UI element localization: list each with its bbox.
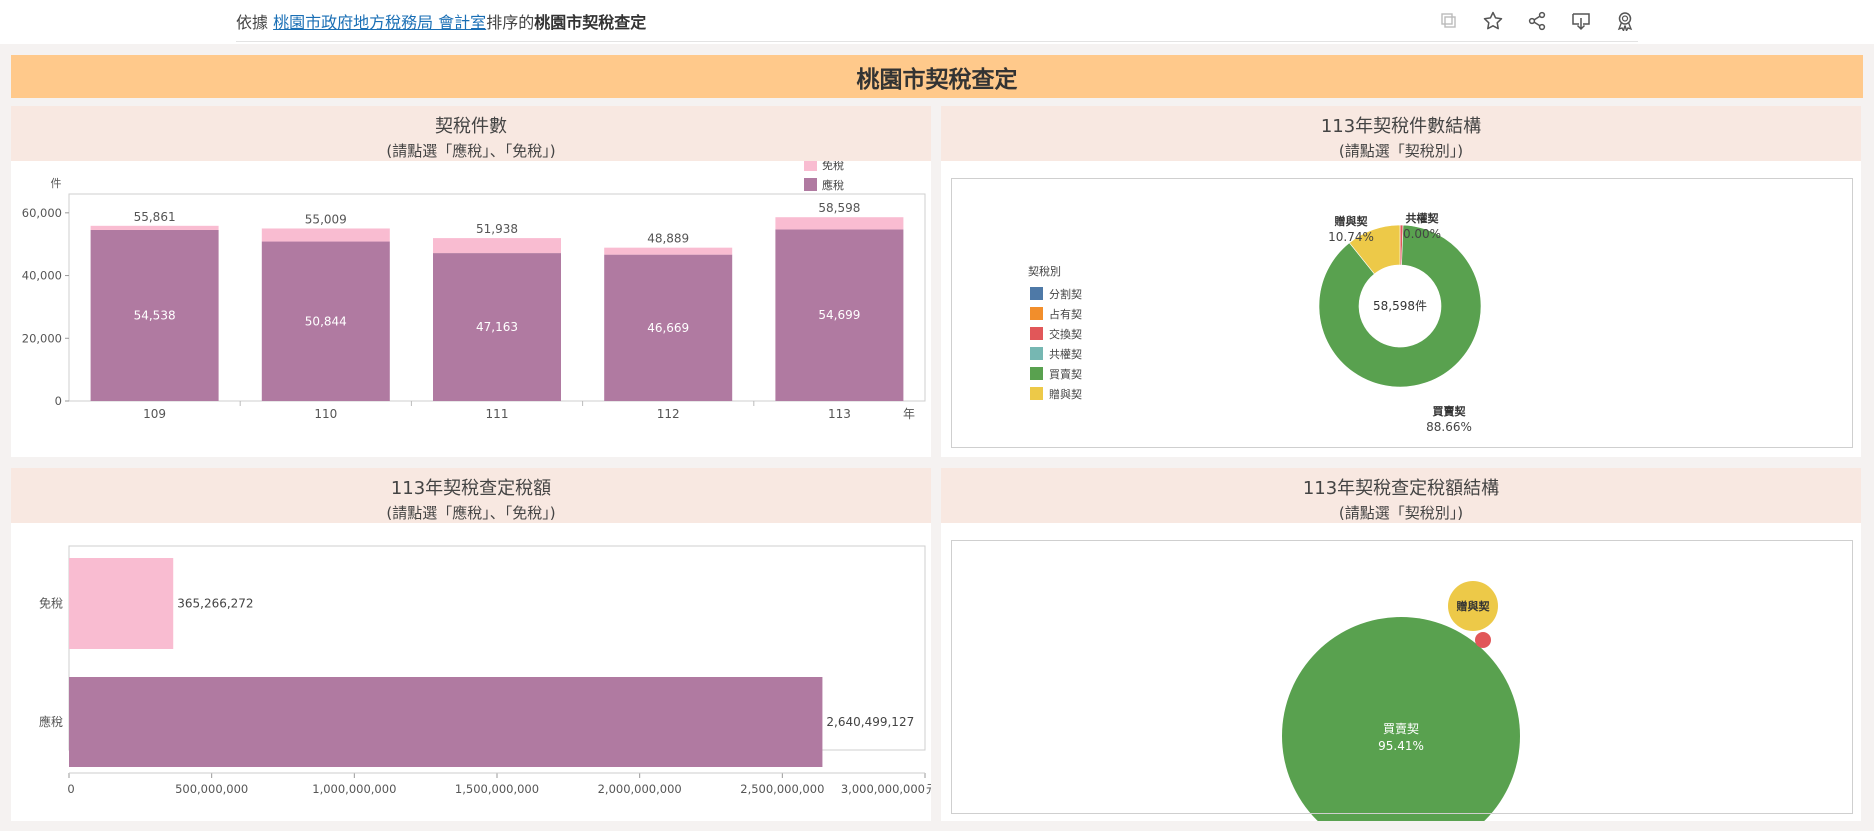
panel-header-case-count: 契稅件數 (請點選「應稅」、「免稅」)	[11, 106, 931, 161]
dashboard-title: 桃園市契稅查定	[11, 55, 1863, 98]
workbook-title: 桃園市契稅查定	[534, 13, 647, 32]
y-tick-label: 60,000	[22, 206, 62, 220]
x-tick-label: 111	[486, 407, 509, 421]
panel-header-case-structure: 113年契稅件數結構 (請點選「契稅別」)	[941, 106, 1861, 161]
breadcrumb-prefix: 依據	[236, 13, 274, 32]
x-tick-label: 1,000,000,000	[312, 782, 396, 796]
legend-swatch[interactable]	[804, 178, 817, 191]
y-axis-title: 件	[51, 177, 62, 190]
x-tick-label: 3,000,000,000	[841, 782, 925, 796]
panel-title: 契稅件數	[435, 116, 507, 137]
y-tick-label: 0	[55, 394, 62, 408]
x-tick-label: 109	[143, 407, 166, 421]
case-count-chart-panel: 0 20,000 40,000 60,000 件 54,538 55,861 109 50,84…	[11, 158, 931, 457]
x-axis-title: 元	[926, 782, 931, 796]
tax-amount-chart: 免稅 365,266,272 應稅 2,640,499,127 0 500,000,000…	[39, 545, 938, 796]
x-tick-label: 2,500,000,000	[740, 782, 824, 796]
x-tick-label: 112	[657, 407, 680, 421]
y-tick-label: 40,000	[22, 269, 62, 283]
panel-subtitle: (請點選「契稅別」)	[1338, 504, 1464, 522]
copy-icon[interactable]	[1436, 8, 1462, 34]
case-structure-chart-panel: 契稅別 分割契 占有契 交換契 共權契 買賣契 贈與契 58,598件 買賣契 88.66% 贈與契…	[941, 161, 1861, 457]
award-icon[interactable]	[1612, 8, 1638, 34]
case-count-chart: 0 20,000 40,000 60,000 件 54,538 55,861 109 50,84…	[22, 158, 926, 421]
hbar-value-label: 2,640,499,127	[826, 715, 914, 729]
x-tick-label: 1,500,000,000	[455, 782, 539, 796]
panel-title: 113年契稅查定稅額	[390, 478, 552, 499]
share-icon[interactable]	[1524, 8, 1550, 34]
bar-total-label: 58,598	[818, 201, 860, 215]
x-axis-title: 年	[903, 407, 915, 421]
panel-title: 113年契稅查定稅額結構	[1302, 478, 1500, 499]
x-tick-label: 2,000,000,000	[598, 782, 682, 796]
tax-structure-chart-panel: 買賣契 95.41% 贈與契	[941, 523, 1861, 831]
bar-exempt[interactable]	[604, 247, 733, 255]
legend-swatch[interactable]	[804, 158, 817, 171]
bar-total-label: 55,861	[134, 210, 176, 224]
star-icon[interactable]	[1480, 8, 1506, 34]
download-icon[interactable]	[1568, 8, 1594, 34]
x-tick-label: 0	[67, 782, 74, 796]
y-tick-label: 20,000	[22, 331, 62, 345]
y-category-label: 應稅	[39, 714, 63, 729]
panel-subtitle: (請點選「應稅」、「免稅」)	[386, 142, 556, 160]
bar-value-label: 46,669	[647, 321, 689, 335]
bar-total-label: 51,938	[476, 222, 518, 236]
tax-amount-chart-panel: 免稅 365,266,272 應稅 2,640,499,127 0 500,000,000…	[11, 523, 938, 821]
author-link[interactable]: 桃園市政府地方稅務局 會計室	[273, 13, 486, 32]
panel-subtitle: (請點選「契稅別」)	[1338, 142, 1464, 160]
legend-label[interactable]: 免稅	[822, 158, 844, 172]
x-tick-label: 113	[828, 407, 851, 421]
hbar-value-label: 365,266,272	[177, 597, 253, 611]
bar-value-label: 47,163	[476, 320, 518, 334]
bar-exempt[interactable]	[775, 217, 904, 230]
bar-exempt[interactable]	[433, 238, 561, 254]
chart-frame	[951, 540, 1853, 814]
y-category-label: 免稅	[39, 596, 63, 611]
x-tick-label: 110	[314, 407, 337, 421]
panel-subtitle: (請點選「應稅」、「免稅」)	[386, 504, 556, 522]
legend-label[interactable]: 應稅	[822, 178, 844, 192]
bar-exempt[interactable]	[261, 228, 390, 242]
bar-total-label: 48,889	[647, 232, 689, 246]
top-toolbar: 依據 桃園市政府地方稅務局 會計室排序的桃園市契稅查定	[0, 0, 1874, 44]
x-tick-label: 500,000,000	[175, 782, 248, 796]
panel-title: 113年契稅件數結構	[1320, 116, 1482, 137]
bar-value-label: 50,844	[305, 314, 347, 328]
dashboard: 桃園市契稅查定 契稅件數 (請點選「應稅」、「免稅」) 113年契稅件數結構 (…	[0, 44, 1874, 831]
bar-total-label: 55,009	[305, 212, 347, 226]
chart-frame	[951, 178, 1853, 448]
hbar-應稅[interactable]	[69, 677, 823, 767]
bar-value-label: 54,699	[818, 308, 860, 322]
panel-header-tax-structure: 113年契稅查定稅額結構 (請點選「契稅別」)	[941, 468, 1861, 523]
bar-exempt[interactable]	[90, 225, 219, 230]
bar-value-label: 54,538	[134, 308, 176, 322]
breadcrumb-middle: 排序的	[486, 13, 535, 32]
panel-header-tax-amount: 113年契稅查定稅額 (請點選「應稅」、「免稅」)	[11, 468, 931, 523]
breadcrumb: 依據 桃園市政府地方稅務局 會計室排序的桃園市契稅查定	[236, 9, 646, 33]
hbar-免稅[interactable]	[69, 558, 174, 649]
